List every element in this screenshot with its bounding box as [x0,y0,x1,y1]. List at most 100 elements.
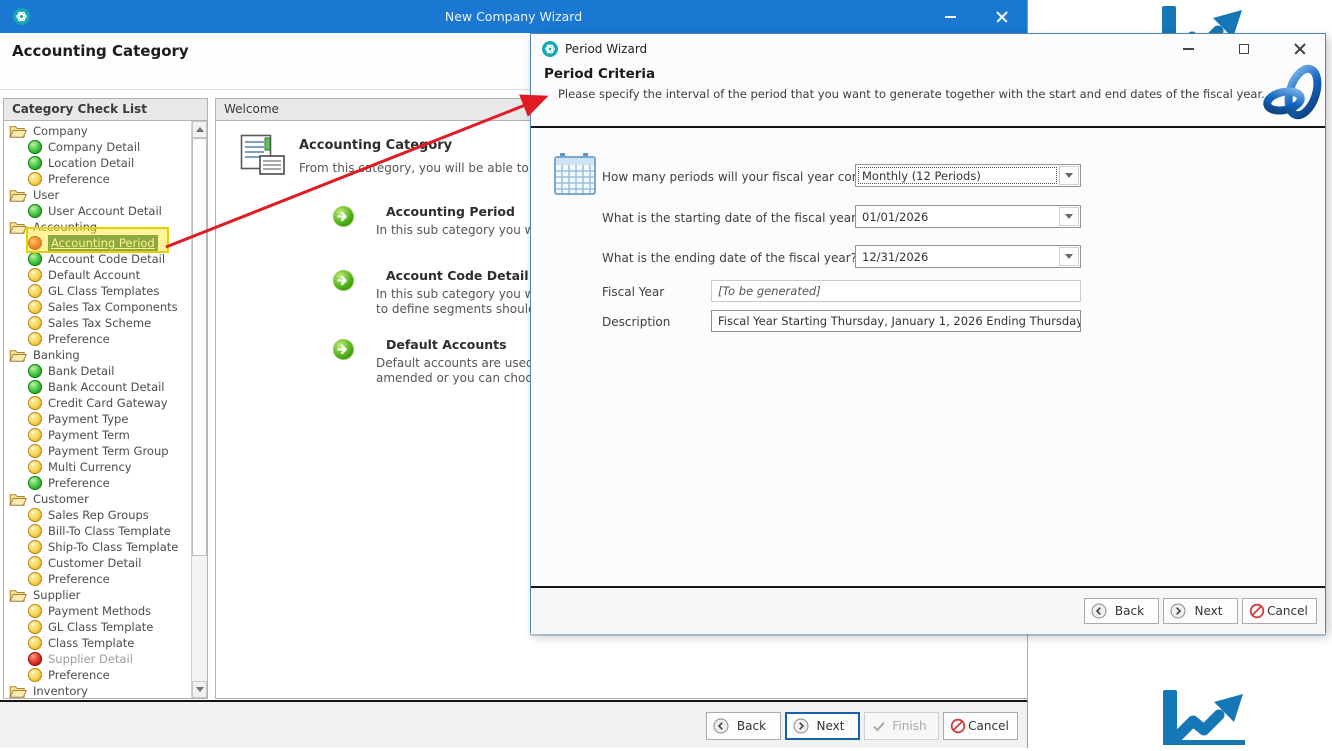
yellow-status-icon [28,508,42,522]
tree-item-label: Payment Methods [48,604,152,618]
scroll-up-icon[interactable] [192,121,207,138]
tree-item-inventory[interactable]: Inventory [4,683,191,698]
chevron-down-icon[interactable] [1059,166,1079,185]
chevron-down-icon[interactable] [1059,207,1079,226]
tree-item-supplier[interactable]: Supplier [4,587,191,603]
tree-panel-header: Category Check List [4,99,207,121]
yellow-status-icon [28,396,42,410]
green-status-icon [28,476,42,490]
page-title: Accounting Category [12,42,189,60]
tree-item-default-account[interactable]: Default Account [4,267,191,283]
tree-item-payment-term-group[interactable]: Payment Term Group [4,443,191,459]
tree-item-label: Multi Currency [48,460,132,474]
tree-item-gl-class-templates[interactable]: GL Class Templates [4,283,191,299]
tree-item-banking[interactable]: Banking [4,347,191,363]
scrollbar-thumb[interactable] [192,138,207,556]
period-wizard-dialog: Period Wizard Period Criteria Please spe… [530,33,1326,634]
start-date-select[interactable]: 01/01/2026 [855,205,1081,228]
tree-item-supplier-detail[interactable]: Supplier Detail [4,651,191,667]
tree-item-location-detail[interactable]: Location Detail [4,155,191,171]
tree-item-ship-to-class-template[interactable]: Ship-To Class Template [4,539,191,555]
tree-item-bank-account-detail[interactable]: Bank Account Detail [4,379,191,395]
tree-item-preference[interactable]: Preference [4,667,191,683]
tree-item-customer[interactable]: Customer [4,491,191,507]
app-icon [542,41,558,57]
tree-item-label: Preference [48,476,110,490]
cancel-button[interactable]: Cancel [1242,598,1317,624]
scroll-down-icon[interactable] [192,681,207,698]
tree-item-label: Preference [48,332,110,346]
description-label: Description [602,315,671,329]
chevron-down-icon[interactable] [1059,247,1079,266]
start-date-value: 01/01/2026 [862,209,929,224]
periods-select[interactable]: Monthly (12 Periods) [855,164,1081,187]
tree-item-label: Payment Term Group [48,444,169,458]
yellow-status-icon [28,524,42,538]
yellow-status-icon [28,620,42,634]
tree-item-label: Sales Tax Scheme [48,316,152,330]
tree-item-label: Company [33,124,88,138]
tree-item-multi-currency[interactable]: Multi Currency [4,459,191,475]
tree-item-sales-rep-groups[interactable]: Sales Rep Groups [4,507,191,523]
window-title: New Company Wizard [444,9,583,24]
tree-item-label: Inventory [33,684,88,698]
tree-item-gl-class-template[interactable]: GL Class Template [4,619,191,635]
tree-item-preference[interactable]: Preference [4,331,191,347]
minimize-icon[interactable] [939,6,961,28]
tree-item-label: Company Detail [48,140,141,154]
maximize-icon[interactable] [1233,38,1255,60]
tree-item-label: Preference [48,572,110,586]
tree-item-label: Credit Card Gateway [48,396,168,410]
close-icon[interactable] [991,6,1013,28]
tree-item-label: Payment Term [48,428,130,442]
dialog-footer-buttons: Back Next Cancel [1084,598,1317,624]
tree-item-user-account-detail[interactable]: User Account Detail [4,203,191,219]
yellow-status-icon [28,636,42,650]
next-button[interactable]: Next [785,712,860,740]
tree-item-label: Supplier [33,588,81,602]
fiscal-year-field: [To be generated] [711,280,1081,302]
yellow-status-icon [28,284,42,298]
tree-item-company-detail[interactable]: Company Detail [4,139,191,155]
yellow-status-icon [28,540,42,554]
tree-item-label: Sales Rep Groups [48,508,149,522]
tree-item-class-template[interactable]: Class Template [4,635,191,651]
tree-item-user[interactable]: User [4,187,191,203]
dialog-title: Period Wizard [565,42,648,56]
fiscal-year-label: Fiscal Year [602,285,665,299]
tree-item-preference[interactable]: Preference [4,571,191,587]
tree-item-label: Preference [48,668,110,682]
yellow-status-icon [28,668,42,682]
tree-item-sales-tax-components[interactable]: Sales Tax Components [4,299,191,315]
tree-item-account-code-detail[interactable]: Account Code Detail [4,251,191,267]
tree-item-customer-detail[interactable]: Customer Detail [4,555,191,571]
tree-item-payment-methods[interactable]: Payment Methods [4,603,191,619]
tree-item-company[interactable]: Company [4,123,191,139]
yellow-status-icon [28,444,42,458]
calendar-icon [553,152,597,200]
tree-item-payment-type[interactable]: Payment Type [4,411,191,427]
tree-item-bill-to-class-template[interactable]: Bill-To Class Template [4,523,191,539]
tree-item-payment-term[interactable]: Payment Term [4,427,191,443]
close-icon[interactable] [1289,38,1311,60]
next-button[interactable]: Next [1163,598,1238,624]
finish-button[interactable]: Finish [864,712,939,740]
main-footer-buttons: Back Next Finish Cancel [706,712,1018,740]
yellow-status-icon [28,556,42,570]
cancel-button[interactable]: Cancel [943,712,1018,740]
tree-item-preference[interactable]: Preference [4,171,191,187]
yellow-status-icon [28,300,42,314]
tree-item-label: Ship-To Class Template [48,540,179,554]
red-status-icon [28,652,42,666]
end-date-select[interactable]: 12/31/2026 [855,245,1081,268]
back-button[interactable]: Back [1084,598,1159,624]
description-field[interactable]: Fiscal Year Starting Thursday, January 1… [711,310,1081,332]
tree-scrollbar[interactable] [191,121,207,698]
back-button[interactable]: Back [706,712,781,740]
tree-item-sales-tax-scheme[interactable]: Sales Tax Scheme [4,315,191,331]
tree-item-preference[interactable]: Preference [4,475,191,491]
tree-item-bank-detail[interactable]: Bank Detail [4,363,191,379]
tree-item-label: Bank Detail [48,364,115,378]
tree-item-credit-card-gateway[interactable]: Credit Card Gateway [4,395,191,411]
minimize-icon[interactable] [1177,38,1199,60]
